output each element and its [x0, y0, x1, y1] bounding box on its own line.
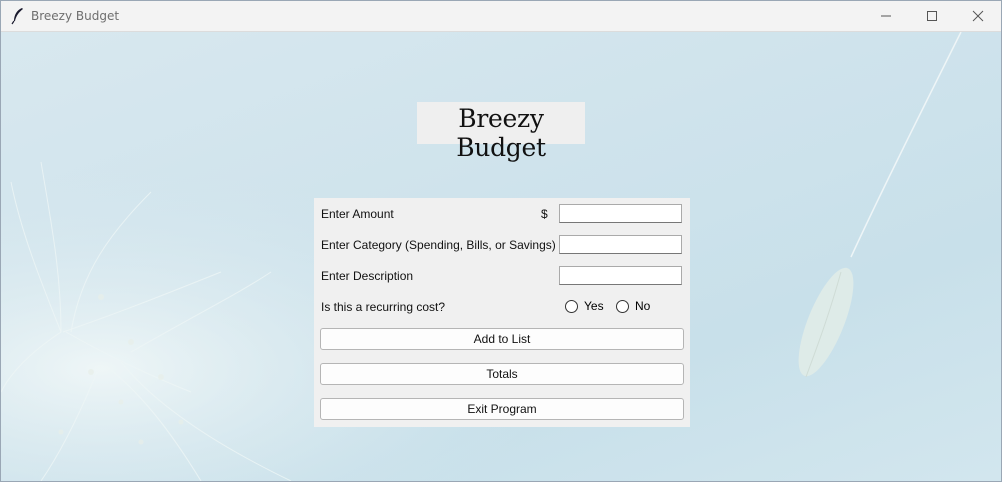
close-button[interactable] — [955, 1, 1001, 31]
radio-circle — [616, 300, 629, 313]
description-label: Enter Description — [321, 269, 414, 283]
main-content: Breezy Budget Enter Amount $ Enter Categ… — [1, 32, 1001, 481]
description-input[interactable] — [559, 266, 682, 285]
radio-label-yes: Yes — [584, 299, 604, 313]
maximize-button[interactable] — [909, 1, 955, 31]
currency-symbol: $ — [541, 207, 548, 221]
feather-icon — [11, 7, 25, 25]
title-bar[interactable]: Breezy Budget — [1, 1, 1001, 32]
radio-label-no: No — [635, 299, 651, 313]
budget-form: Enter Amount $ Enter Category (Spending,… — [314, 198, 690, 427]
maximize-icon — [927, 11, 937, 21]
exit-program-button[interactable]: Exit Program — [320, 398, 684, 420]
totals-button[interactable]: Totals — [320, 363, 684, 385]
category-label: Enter Category (Spending, Bills, or Savi… — [321, 238, 556, 252]
page-title: Breezy Budget — [456, 104, 546, 162]
amount-label: Enter Amount — [321, 207, 394, 221]
minimize-icon — [881, 15, 891, 17]
amount-input[interactable] — [559, 204, 682, 223]
add-to-list-button[interactable]: Add to List — [320, 328, 684, 350]
category-input[interactable] — [559, 235, 682, 254]
radio-circle — [565, 300, 578, 313]
heading-box: Breezy Budget — [417, 102, 585, 162]
recurring-yes-radio[interactable]: Yes — [565, 299, 610, 315]
recurring-no-radio[interactable]: No — [616, 299, 656, 315]
close-icon — [972, 10, 984, 22]
app-window: Breezy Budget Breezy Budget Enter Amount… — [0, 0, 1002, 482]
window-title: Breezy Budget — [31, 9, 120, 23]
recurring-label: Is this a recurring cost? — [321, 300, 446, 314]
minimize-button[interactable] — [863, 1, 909, 31]
